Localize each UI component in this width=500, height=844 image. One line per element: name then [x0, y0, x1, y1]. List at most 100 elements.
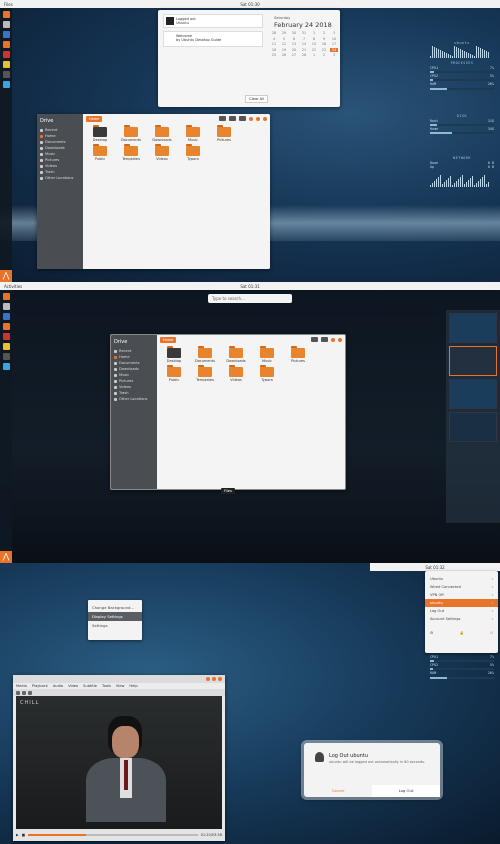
breadcrumb[interactable]: Home: [160, 336, 177, 343]
seek-bar[interactable]: [28, 834, 198, 836]
close-icon[interactable]: [338, 337, 342, 342]
calendar-day-cell[interactable]: 5: [280, 37, 288, 41]
calendar-day-cell[interactable]: 16: [320, 42, 328, 46]
video-menu-item[interactable]: Audio: [53, 684, 63, 688]
notification-card[interactable]: Logged out Ubuntu: [163, 14, 263, 28]
calendar-day-cell[interactable]: 21: [300, 48, 308, 52]
folder-item[interactable]: Videos: [151, 144, 173, 161]
close-icon[interactable]: [263, 116, 267, 121]
video-menu-item[interactable]: Video: [68, 684, 78, 688]
maximize-icon[interactable]: [256, 116, 260, 121]
stop-icon[interactable]: ■: [22, 833, 25, 837]
calendar-day-cell[interactable]: 30: [290, 31, 298, 35]
files-icon[interactable]: [2, 21, 10, 28]
calendar-day-cell[interactable]: 9: [320, 37, 328, 41]
folder-item[interactable]: Music: [182, 125, 204, 142]
video-menu-item[interactable]: Help: [129, 684, 137, 688]
vlc-icon[interactable]: [2, 323, 10, 330]
folder-item[interactable]: Desktop: [89, 125, 111, 142]
context-menu-item[interactable]: Settings: [88, 621, 142, 630]
video-menu-item[interactable]: Playback: [32, 684, 48, 688]
context-menu-item[interactable]: Change Background...: [88, 603, 142, 612]
calendar-day-cell[interactable]: 7: [300, 37, 308, 41]
cancel-button[interactable]: Cancel: [304, 785, 372, 797]
folder-item[interactable]: Typora: [182, 144, 204, 161]
calendar-day-cell[interactable]: 2: [320, 31, 328, 35]
calendar-day-cell[interactable]: 31: [300, 31, 308, 35]
calendar-day-cell[interactable]: 2: [320, 53, 328, 57]
video-menu-item[interactable]: View: [116, 684, 125, 688]
folder-item[interactable]: Downloads: [151, 125, 173, 142]
folder-item[interactable]: Downloads: [225, 346, 247, 363]
logout-button[interactable]: Log Out: [372, 785, 440, 797]
folder-item[interactable]: Typora: [256, 365, 278, 382]
play-icon[interactable]: ▶: [16, 833, 19, 837]
calendar-day-cell[interactable]: 15: [310, 42, 318, 46]
calendar-day-cell[interactable]: 26: [280, 53, 288, 57]
folder-item[interactable]: Templates: [120, 144, 142, 161]
calendar-day-cell[interactable]: 27: [290, 53, 298, 57]
calendar-day-cell[interactable]: 3: [330, 31, 338, 35]
top-bar-clock[interactable]: Sat 01:31: [0, 284, 500, 289]
terminal-icon[interactable]: [2, 71, 10, 78]
search-icon[interactable]: [219, 116, 226, 121]
firefox-icon[interactable]: [2, 293, 10, 300]
calendar-day-cell[interactable]: 18: [270, 48, 278, 52]
calendar-day-cell[interactable]: 28: [300, 53, 308, 57]
calendar-day-cell[interactable]: 1: [310, 31, 318, 35]
video-screen[interactable]: CHILL: [16, 696, 222, 829]
workspace-thumb[interactable]: [449, 412, 497, 442]
power-icon[interactable]: ⏻: [490, 629, 493, 637]
close-icon[interactable]: [218, 677, 222, 681]
minimize-icon[interactable]: [331, 337, 335, 342]
system-menu-item[interactable]: Wired Connected ›: [425, 583, 498, 591]
view-icon[interactable]: [321, 337, 328, 342]
firefox-icon[interactable]: [2, 11, 10, 18]
playlist-icon[interactable]: [22, 690, 26, 695]
folder-item[interactable]: Documents: [120, 125, 142, 142]
video-menu-item[interactable]: Subtitle: [83, 684, 97, 688]
system-menu-item[interactable]: Account Settings ›: [425, 615, 498, 623]
notes-icon[interactable]: [2, 343, 10, 350]
folder-item[interactable]: Music: [256, 346, 278, 363]
calendar-day-cell[interactable]: 4: [270, 37, 278, 41]
notification-card-2[interactable]: Welcome by Ubuntu Desktop Guide: [163, 31, 263, 47]
maximize-icon[interactable]: [212, 677, 216, 681]
calendar-day-cell[interactable]: 3: [330, 53, 338, 57]
folder-item[interactable]: Templates: [194, 365, 216, 382]
calendar-day-cell[interactable]: 12: [280, 42, 288, 46]
top-bar-clock[interactable]: Sat 01:30: [0, 2, 500, 7]
breadcrumb[interactable]: Home: [86, 115, 103, 122]
sidebar-item[interactable]: Other Locations: [40, 175, 80, 181]
calendar-day-cell[interactable]: 23: [320, 48, 328, 52]
system-menu-item[interactable]: Ubuntu ›: [425, 575, 498, 583]
minimize-icon[interactable]: [249, 116, 253, 121]
video-menu-item[interactable]: Media: [16, 684, 27, 688]
open-icon[interactable]: [16, 690, 20, 695]
folder-item[interactable]: Documents: [194, 346, 216, 363]
calendar-day-cell[interactable]: 14: [300, 42, 308, 46]
workspace-thumb[interactable]: [449, 313, 497, 343]
calendar-day-cell[interactable]: 19: [280, 48, 288, 52]
calendar-day-cell[interactable]: 24: [330, 47, 338, 52]
settings-icon[interactable]: [2, 81, 10, 88]
calendar-day-cell[interactable]: 8: [310, 37, 318, 41]
folder-item[interactable]: Videos: [225, 365, 247, 382]
minimize-icon[interactable]: [206, 677, 210, 681]
terminal-icon[interactable]: [2, 353, 10, 360]
folder-item[interactable]: Desktop: [163, 346, 185, 363]
notes-icon[interactable]: [2, 61, 10, 68]
music-icon[interactable]: [2, 333, 10, 340]
sidebar-item[interactable]: Other Locations: [114, 396, 154, 402]
calendar-day-cell[interactable]: 25: [270, 53, 278, 57]
calendar-day-cell[interactable]: 1: [310, 53, 318, 57]
context-menu-item[interactable]: Display Settings: [88, 612, 142, 621]
calendar-day-cell[interactable]: 17: [330, 42, 338, 46]
view-icon[interactable]: [229, 116, 236, 121]
folder-item[interactable]: Public: [89, 144, 111, 161]
calendar-day-cell[interactable]: 28: [270, 31, 278, 35]
calendar-day-cell[interactable]: 13: [290, 42, 298, 46]
menu-icon[interactable]: [239, 116, 246, 121]
top-bar-clock[interactable]: Sat 01:32: [370, 565, 500, 570]
calendar-day-cell[interactable]: 29: [280, 31, 288, 35]
